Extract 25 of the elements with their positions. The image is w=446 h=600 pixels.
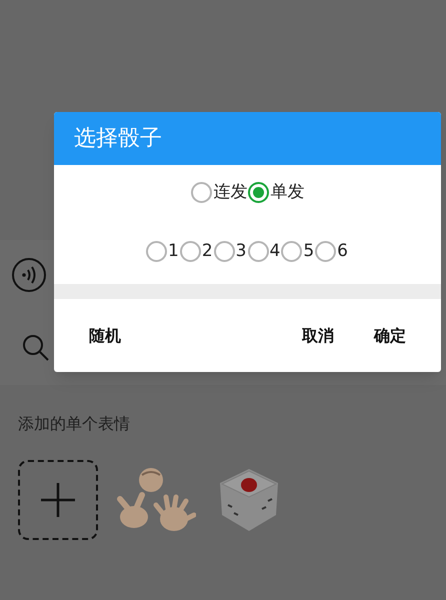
radio-button[interactable] (281, 240, 302, 262)
radio-button[interactable] (214, 240, 235, 262)
radio-option[interactable]: 1 (146, 238, 180, 264)
radio-button[interactable] (180, 240, 201, 262)
radio-option[interactable]: 5 (281, 238, 316, 264)
radio-option[interactable]: 单发 (248, 180, 304, 206)
radio-button[interactable] (248, 240, 268, 262)
sound-icon[interactable] (11, 257, 47, 293)
dialog-button[interactable]: 取消 (287, 316, 349, 356)
plus-icon (41, 483, 75, 517)
dialog-button[interactable]: 确定 (359, 316, 421, 356)
radio-button[interactable] (146, 240, 168, 262)
dialog-button[interactable]: 随机 (74, 316, 136, 356)
radio-option[interactable]: 2 (180, 238, 214, 264)
section-title: 添加的单个表情 (18, 413, 131, 435)
add-sticker-button[interactable] (18, 460, 98, 540)
radio-button[interactable] (315, 240, 336, 262)
search-icon[interactable] (22, 334, 50, 362)
radio-option[interactable]: 连发 (190, 180, 248, 206)
radio-option[interactable]: 4 (248, 238, 282, 264)
radio-option[interactable]: 6 (315, 238, 349, 264)
radio-option[interactable]: 3 (214, 238, 248, 264)
radio-button[interactable] (248, 182, 268, 204)
dialog-title: 选择骰子 (74, 125, 162, 153)
radio-button[interactable] (190, 182, 212, 204)
